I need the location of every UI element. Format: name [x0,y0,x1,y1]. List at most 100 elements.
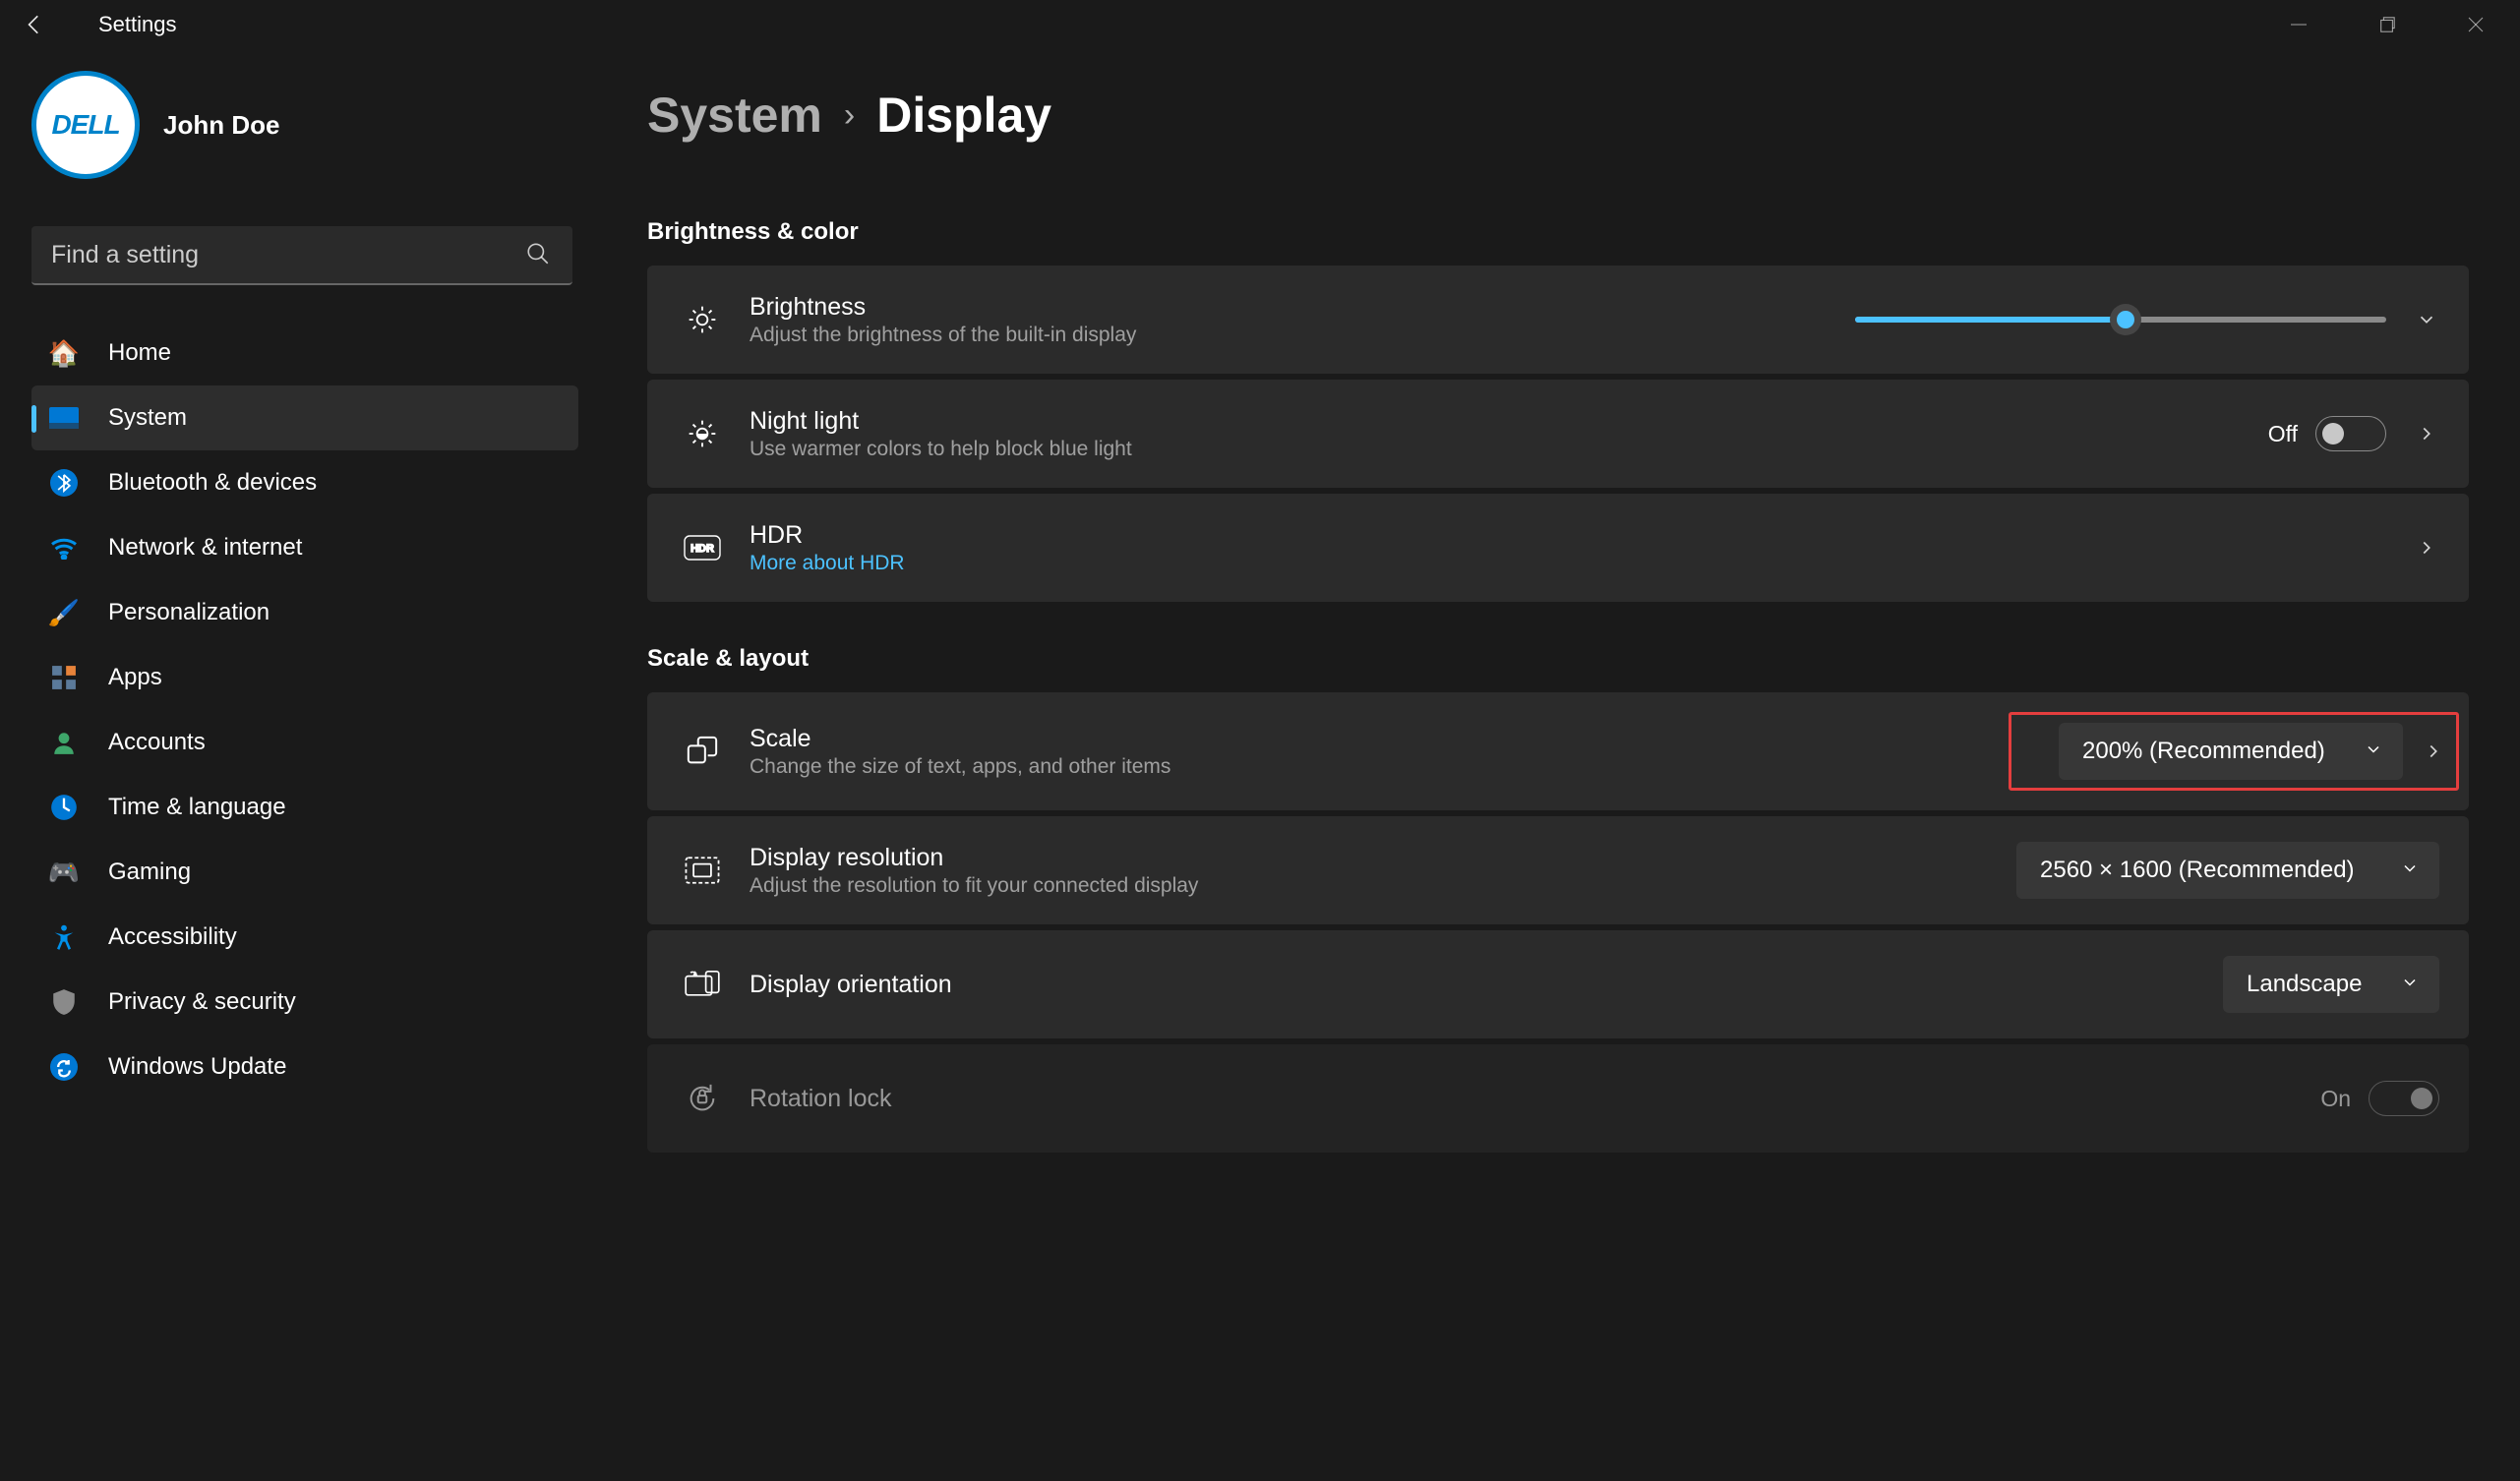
setting-brightness[interactable]: Brightness Adjust the brightness of the … [647,266,2469,374]
nav-windows-update[interactable]: Windows Update [31,1035,578,1099]
main-content: System › Display Brightness & color Brig… [588,49,2520,1481]
apps-icon [49,663,79,692]
setting-desc: Adjust the resolution to fit your connec… [750,874,1198,898]
nav-label: System [108,404,187,432]
dropdown-value: 200% (Recommended) [2082,738,2325,765]
resolution-dropdown[interactable]: 2560 × 1600 (Recommended) [2016,842,2439,899]
setting-title: Display resolution [750,844,1198,872]
nav-home[interactable]: 🏠 Home [31,321,578,385]
update-icon [49,1052,79,1082]
setting-desc: Use warmer colors to help block blue lig… [750,438,1132,461]
nav-network[interactable]: Network & internet [31,515,578,580]
sun-icon [683,300,722,339]
gamepad-icon: 🎮 [49,858,79,887]
window-title: Settings [98,12,177,37]
chevron-down-icon [2364,740,2383,764]
setting-title: Rotation lock [750,1085,892,1113]
section-brightness-color: Brightness & color Brightness Adjust the… [647,218,2469,602]
nav-label: Time & language [108,794,286,821]
nav-label: Personalization [108,599,270,626]
nav-label: Network & internet [108,534,302,562]
maximize-button[interactable] [2343,0,2431,49]
dropdown-value: Landscape [2247,971,2362,998]
night-light-toggle[interactable] [2315,416,2386,451]
nav-label: Gaming [108,859,191,886]
setting-rotation-lock: Rotation lock On [647,1044,2469,1153]
search-input[interactable] [51,241,525,269]
setting-resolution[interactable]: Display resolution Adjust the resolution… [647,816,2469,924]
nav-accounts[interactable]: Accounts [31,710,578,775]
nav-label: Apps [108,664,162,691]
titlebar: Settings [0,0,2520,49]
setting-night-light[interactable]: Night light Use warmer colors to help bl… [647,380,2469,488]
scale-icon [683,732,722,771]
nav-label: Bluetooth & devices [108,469,317,497]
section-title: Scale & layout [647,645,2469,673]
resolution-icon [683,851,722,890]
rotation-lock-icon [683,1079,722,1118]
back-button[interactable] [18,8,51,41]
setting-orientation[interactable]: Display orientation Landscape [647,930,2469,1038]
setting-desc: Adjust the brightness of the built-in di… [750,324,1136,347]
clock-globe-icon [49,793,79,822]
close-button[interactable] [2431,0,2520,49]
nav-label: Accounts [108,729,206,756]
hdr-link[interactable]: More about HDR [750,552,905,575]
nav-label: Windows Update [108,1053,286,1081]
wifi-icon [49,533,79,563]
toggle-label: On [2320,1086,2351,1112]
navigate-button[interactable] [2414,421,2439,446]
section-scale-layout: Scale & layout Scale Change the size of … [647,645,2469,1153]
avatar-logo: DELL [51,109,119,141]
setting-scale[interactable]: Scale Change the size of text, apps, and… [647,692,2469,810]
nav-bluetooth[interactable]: Bluetooth & devices [31,450,578,515]
setting-title: Scale [750,725,1170,753]
nav-label: Accessibility [108,923,237,951]
breadcrumb-parent[interactable]: System [647,87,822,144]
profile[interactable]: DELL John Doe [31,71,578,179]
setting-title: Night light [750,407,1132,436]
nav-label: Privacy & security [108,988,296,1016]
orientation-dropdown[interactable]: Landscape [2223,956,2439,1013]
brightness-slider[interactable] [1855,317,2386,323]
orientation-icon [683,965,722,1004]
home-icon: 🏠 [49,338,79,368]
navigate-button[interactable] [2421,739,2446,764]
nav-list: 🏠 Home System Bluetooth & devices [31,321,578,1099]
chevron-right-icon: › [844,96,855,135]
scale-dropdown[interactable]: 200% (Recommended) [2059,723,2403,780]
chevron-down-icon [2400,973,2420,997]
nav-personalization[interactable]: 🖌️ Personalization [31,580,578,645]
accessibility-icon [49,922,79,952]
system-icon [49,403,79,433]
nav-time-language[interactable]: Time & language [31,775,578,840]
nav-gaming[interactable]: 🎮 Gaming [31,840,578,905]
section-title: Brightness & color [647,218,2469,246]
nav-privacy[interactable]: Privacy & security [31,970,578,1035]
breadcrumb: System › Display [647,87,2469,144]
expand-button[interactable] [2414,307,2439,332]
shield-icon [49,987,79,1017]
navigate-button[interactable] [2414,535,2439,561]
nav-system[interactable]: System [31,385,578,450]
search-box[interactable] [31,226,572,285]
brush-icon: 🖌️ [49,598,79,627]
setting-hdr[interactable]: HDR HDR More about HDR [647,494,2469,602]
sidebar: DELL John Doe 🏠 Home S [0,49,588,1481]
bluetooth-icon [49,468,79,498]
hdr-icon: HDR [683,528,722,567]
toggle-label: Off [2268,421,2298,447]
scale-highlight: 200% (Recommended) [2009,712,2459,791]
nav-accessibility[interactable]: Accessibility [31,905,578,970]
chevron-down-icon [2400,859,2420,883]
avatar: DELL [31,71,140,179]
setting-title: HDR [750,521,905,550]
nav-apps[interactable]: Apps [31,645,578,710]
person-icon [49,728,79,757]
svg-text:HDR: HDR [690,543,714,555]
breadcrumb-current: Display [876,87,1051,144]
dropdown-value: 2560 × 1600 (Recommended) [2040,857,2355,884]
setting-title: Brightness [750,293,1136,322]
minimize-button[interactable] [2254,0,2343,49]
search-icon [525,241,553,268]
